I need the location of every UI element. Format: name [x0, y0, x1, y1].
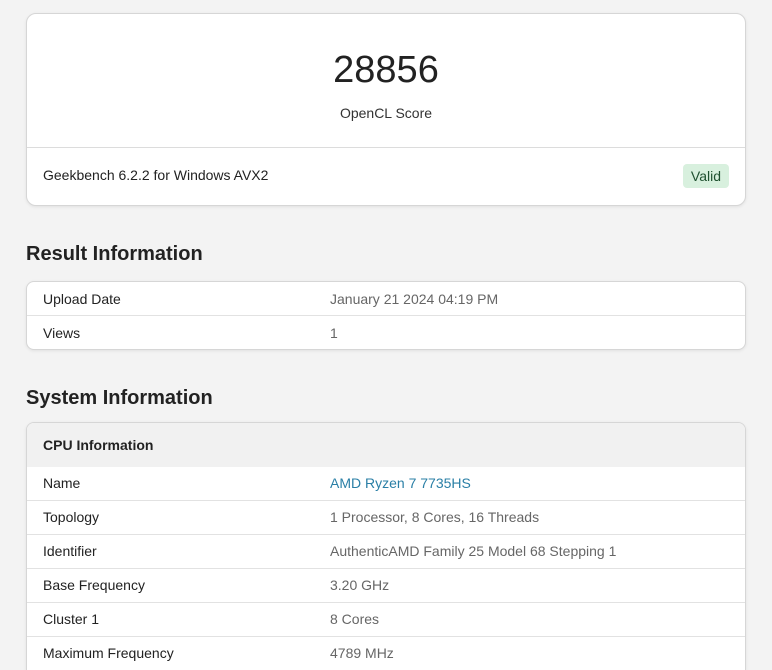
- table-row: Upload Date January 21 2024 04:19 PM: [27, 282, 745, 315]
- upload-date-value: January 21 2024 04:19 PM: [330, 291, 499, 307]
- score-footer: Geekbench 6.2.2 for Windows AVX2 Valid: [27, 148, 745, 205]
- cpu-name-label: Name: [43, 475, 81, 491]
- table-row: Name AMD Ryzen 7 7735HS: [27, 467, 745, 500]
- table-row: Topology 1 Processor, 8 Cores, 16 Thread…: [27, 500, 745, 534]
- result-information-title: Result Information: [26, 243, 203, 265]
- identifier-value: AuthenticAMD Family 25 Model 68 Stepping…: [330, 543, 617, 559]
- cpu-name-link[interactable]: AMD Ryzen 7 7735HS: [330, 475, 471, 491]
- score-card: 28856 OpenCL Score Geekbench 6.2.2 for W…: [26, 13, 746, 206]
- cpu-information-header: CPU Information: [27, 423, 745, 467]
- score-summary: 28856 OpenCL Score: [27, 14, 745, 148]
- result-information-table: Upload Date January 21 2024 04:19 PM Vie…: [26, 281, 746, 350]
- maximum-frequency-value: 4789 MHz: [330, 645, 394, 661]
- valid-status-badge: Valid: [682, 164, 729, 188]
- views-value: 1: [330, 325, 338, 341]
- maximum-frequency-label: Maximum Frequency: [43, 645, 174, 661]
- topology-value: 1 Processor, 8 Cores, 16 Threads: [330, 509, 540, 525]
- table-row: Maximum Frequency 4789 MHz: [27, 636, 745, 670]
- table-row: Base Frequency 3.20 GHz: [27, 568, 745, 602]
- upload-date-label: Upload Date: [43, 291, 121, 307]
- cpu-information-table: CPU Information Name AMD Ryzen 7 7735HS …: [26, 422, 746, 670]
- views-label: Views: [43, 325, 81, 341]
- identifier-label: Identifier: [43, 543, 97, 559]
- opencl-score-value: 28856: [333, 49, 439, 91]
- benchmark-version: Geekbench 6.2.2 for Windows AVX2: [43, 167, 269, 183]
- system-information-title: System Information: [26, 387, 213, 409]
- table-row: Cluster 1 8 Cores: [27, 602, 745, 636]
- cluster-1-value: 8 Cores: [330, 611, 380, 627]
- base-frequency-value: 3.20 GHz: [330, 577, 390, 593]
- topology-label: Topology: [43, 509, 100, 525]
- cluster-1-label: Cluster 1: [43, 611, 100, 627]
- cpu-information-heading: CPU Information: [43, 437, 154, 453]
- opencl-score-label: OpenCL Score: [339, 105, 433, 121]
- table-row: Identifier AuthenticAMD Family 25 Model …: [27, 534, 745, 568]
- table-row: Views 1: [27, 315, 745, 349]
- base-frequency-label: Base Frequency: [43, 577, 145, 593]
- page-content: 28856 OpenCL Score Geekbench 6.2.2 for W…: [26, 13, 746, 670]
